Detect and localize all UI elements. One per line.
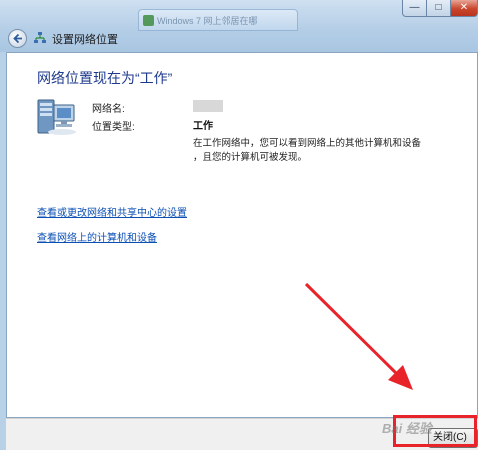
maximize-button[interactable]: □	[426, 0, 451, 17]
view-network-devices-link[interactable]: 查看网络上的计算机和设备	[37, 229, 157, 244]
network-name-value-redacted	[193, 100, 223, 112]
baidu-watermark: Bai 经验	[382, 421, 432, 436]
network-name-label: 网络名:	[92, 104, 125, 115]
description-line-2: ，且您的计算机可被发现。	[193, 152, 308, 163]
location-type-value: 工作	[193, 121, 213, 132]
description-line-1: 在工作网络中，您可以看到网络上的其他计算机和设备	[193, 138, 422, 149]
window-title: 设置网络位置	[52, 34, 118, 46]
location-type-label: 位置类型:	[92, 122, 135, 133]
window-close-button[interactable]: ✕	[450, 0, 478, 17]
network-icon	[34, 32, 46, 43]
back-button[interactable]	[8, 29, 27, 48]
background-tab-label: Windows 7 网上邻居在哪	[157, 16, 258, 26]
network-sharing-center-link[interactable]: 查看或更改网络和共享中心的设置	[37, 204, 187, 219]
page-heading: 网络位置现在为“工作”	[37, 70, 173, 86]
minimize-button[interactable]: —	[402, 0, 427, 17]
work-network-computer-icon	[37, 99, 76, 135]
back-arrow-icon	[13, 33, 22, 44]
page-icon	[143, 15, 154, 26]
background-browser-tab[interactable]: Windows 7 网上邻居在哪	[138, 9, 298, 31]
